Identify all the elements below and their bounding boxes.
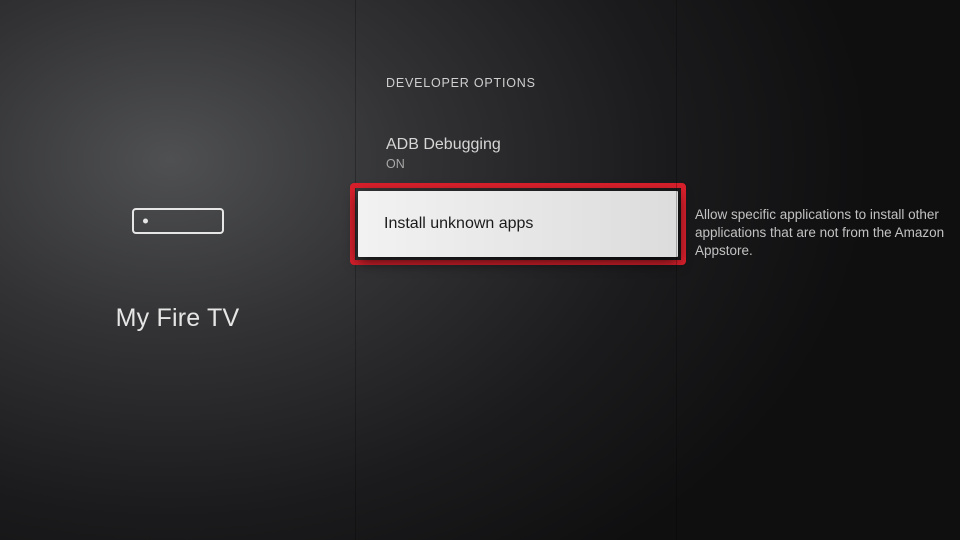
firetv-stick-icon [132, 208, 224, 234]
section-header: DEVELOPER OPTIONS [356, 76, 676, 90]
divider [676, 0, 677, 540]
description-text: Allow specific applications to install o… [695, 206, 945, 261]
menu-item-subtitle: ON [386, 157, 656, 171]
menu-item-title: ADB Debugging [386, 136, 656, 154]
menu-item-install-unknown-apps[interactable]: Install unknown apps [358, 191, 678, 257]
left-panel: My Fire TV [0, 0, 355, 540]
menu-panel: DEVELOPER OPTIONS ADB Debugging ON Insta… [356, 0, 676, 540]
description-panel: Allow specific applications to install o… [695, 0, 945, 540]
menu-item-adb-debugging[interactable]: ADB Debugging ON [356, 136, 676, 171]
menu-item-title: Install unknown apps [384, 215, 654, 233]
page-title: My Fire TV [116, 304, 240, 333]
highlight-annotation: Install unknown apps [350, 183, 686, 265]
